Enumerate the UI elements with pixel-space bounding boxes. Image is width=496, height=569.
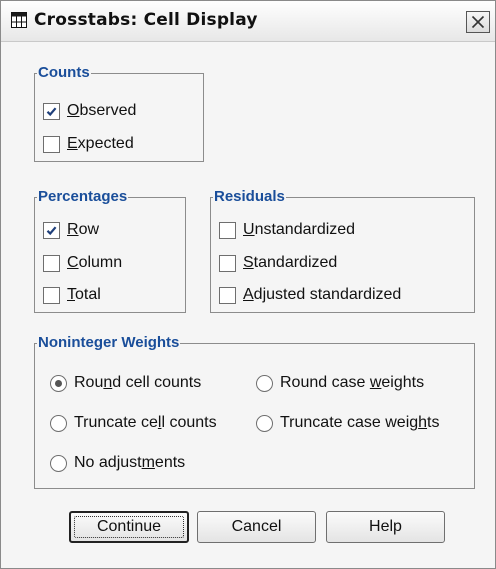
counts-legend: Counts [38,64,90,81]
standardized-label: Standardized [243,254,338,271]
close-x-icon [471,15,485,29]
row-checkbox[interactable] [43,221,60,239]
radio-truncate-cell-counts[interactable]: Truncate cell counts [50,412,217,434]
close-button[interactable] [466,11,490,33]
column-label: Column [67,254,123,271]
row-label: Row [67,221,100,238]
round-cell-counts-label: Round cell counts [74,374,202,391]
truncate-case-weights-radio[interactable] [256,414,273,432]
total-checkbox[interactable] [43,286,60,304]
checkbox-row[interactable]: Row [43,219,99,241]
truncate-cell-counts-label: Truncate cell counts [74,414,217,431]
checkbox-total[interactable]: Total [43,284,101,306]
checkbox-expected[interactable]: Expected [43,133,134,155]
adjusted-standardized-label: Adjusted standardized [243,286,402,303]
dialog-title: Crosstabs: Cell Display [34,10,258,30]
crosstabs-cell-display-dialog: Crosstabs: Cell Display Counts Observed … [0,0,496,569]
checkbox-column[interactable]: Column [43,252,122,274]
expected-label: Expected [67,135,134,152]
cancel-button[interactable]: Cancel [197,511,316,543]
checkbox-observed[interactable]: Observed [43,100,136,122]
cancel-button-label: Cancel [231,518,282,535]
check-mark-icon [46,225,57,235]
expected-checkbox[interactable] [43,135,60,153]
adjusted-standardized-checkbox[interactable] [219,286,236,304]
help-button-label: Help [369,518,402,535]
checkbox-adjusted-standardized[interactable]: Adjusted standardized [219,284,401,306]
checkbox-unstandardized[interactable]: Unstandardized [219,219,355,241]
noninteger-weights-legend: Noninteger Weights [38,334,180,351]
checkbox-standardized[interactable]: Standardized [219,252,337,274]
radio-round-case-weights[interactable]: Round case weights [256,372,424,394]
residuals-legend: Residuals [214,188,285,205]
radio-no-adjustments[interactable]: No adjustments [50,452,185,474]
radio-selected-dot [55,379,62,387]
title-bar[interactable]: Crosstabs: Cell Display [1,1,495,42]
observed-checkbox[interactable] [43,102,60,120]
percentages-legend: Percentages [38,188,128,205]
round-cell-counts-radio[interactable] [50,374,67,392]
continue-button[interactable]: Continue [69,511,189,543]
unstandardized-checkbox[interactable] [219,221,236,239]
check-mark-icon [46,106,57,116]
round-case-weights-label: Round case weights [280,374,425,391]
truncate-case-weights-label: Truncate case weights [280,414,440,431]
help-button[interactable]: Help [326,511,445,543]
radio-truncate-case-weights[interactable]: Truncate case weights [256,412,440,434]
no-adjustments-radio[interactable] [50,454,67,472]
no-adjustments-label: No adjustments [74,454,186,471]
round-case-weights-radio[interactable] [256,374,273,392]
truncate-cell-counts-radio[interactable] [50,414,67,432]
standardized-checkbox[interactable] [219,254,236,272]
total-label: Total [67,286,101,303]
unstandardized-label: Unstandardized [243,221,356,238]
column-checkbox[interactable] [43,254,60,272]
observed-label: Observed [67,102,137,119]
radio-round-cell-counts[interactable]: Round cell counts [50,372,201,394]
focus-ring [74,516,184,538]
table-grid-icon [11,12,27,28]
